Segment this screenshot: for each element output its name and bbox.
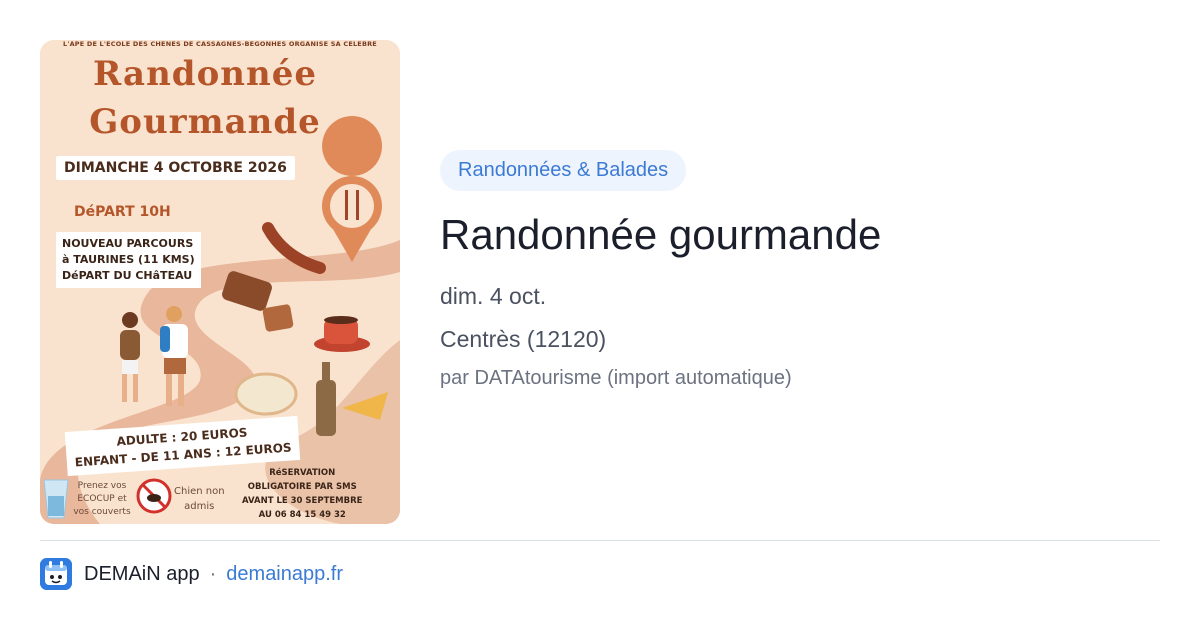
poster-parcours-line: NOUVEAU PARCOURS [62, 237, 194, 250]
poster-title-line2: Gourmande [89, 102, 321, 142]
poster-reservation: RéSERVATION OBLIGATOIRE PAR SMS AVANT LE… [242, 466, 362, 522]
event-date: dim. 4 oct. [440, 283, 547, 309]
footer: DEMAiN app · demainapp.fr [40, 557, 343, 591]
poster-no-dog-line: admis [184, 501, 215, 512]
category-badge[interactable]: Randonnées & Balades [440, 150, 687, 191]
poster-parcours: NOUVEAU PARCOURS à TAURINES (11 KMS) DéP… [56, 232, 201, 288]
poster-reservation-line: RéSERVATION [269, 468, 336, 478]
footer-separator: · [209, 562, 217, 585]
event-title[interactable]: Randonnée gourmande [440, 209, 1160, 261]
poster-reservation-line: AU 06 84 15 49 32 [258, 510, 346, 520]
event-poster[interactable]: L'APE DE L'ECOLE DES CHENES DE CASSAGNES… [40, 40, 400, 524]
event-location: Centrès (12120) [440, 326, 607, 352]
poster-organizer: L'APE DE L'ECOLE DES CHENES DE CASSAGNES… [63, 40, 377, 48]
event-source: par DATAtourisme (import automatique) [440, 367, 792, 389]
poster-no-dog-line: Chien non [174, 486, 225, 497]
poster-no-dog-text: Chien non admis [174, 484, 225, 514]
event-info: Randonnées & Balades Randonnée gourmande… [440, 150, 1160, 390]
poster-ecocup-text: Prenez vos ECOCUP et vos couverts [73, 481, 131, 517]
no-dog-icon [136, 478, 172, 514]
bread-icon [234, 372, 298, 416]
poster-depart: DéPART 10H [74, 204, 171, 220]
app-domain-link[interactable]: demainapp.fr [226, 563, 343, 586]
ecocup-glass-icon [43, 479, 69, 519]
poster-date: DIMANCHE 4 OCTOBRE 2026 [56, 156, 295, 180]
poster-title-line1: Randonnée [93, 54, 317, 94]
poster-parcours-line: à TAURINES (11 KMS) [62, 253, 195, 266]
footer-divider [40, 540, 1160, 541]
poster-parcours-line: DéPART DU CHâTEAU [62, 269, 193, 282]
event-card[interactable]: L'APE DE L'ECOLE DES CHENES DE CASSAGNES… [40, 40, 1160, 524]
demain-app-logo-icon[interactable] [40, 558, 72, 590]
app-name: DEMAiN app [84, 562, 200, 585]
poster-reservation-line: AVANT LE 30 SEPTEMBRE [242, 496, 363, 506]
poster-reservation-line: OBLIGATOIRE PAR SMS [247, 482, 357, 492]
